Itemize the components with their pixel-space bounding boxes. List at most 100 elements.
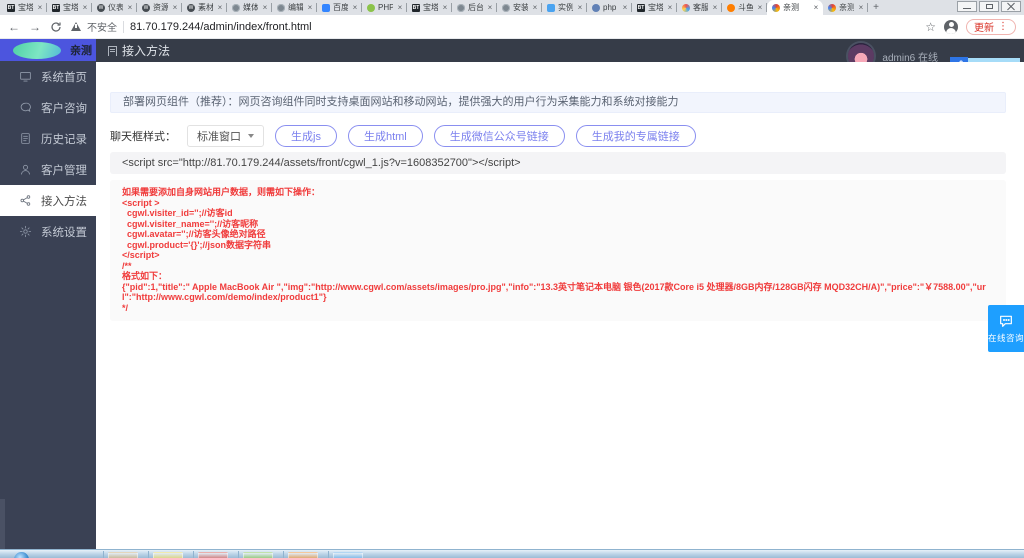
app-logo [13, 42, 61, 59]
sidebar-item-客户咨询[interactable]: 客户咨询 [0, 92, 96, 123]
code-line: {"pid":1,"title":" Apple MacBook Air ","… [122, 282, 994, 303]
taskbar-app-icon[interactable] [153, 552, 183, 558]
browser-tab[interactable]: 百度 [317, 0, 362, 15]
browser-tab[interactable]: 亲测 [767, 0, 823, 15]
tab-close-icon[interactable] [857, 4, 865, 12]
divider [238, 551, 239, 558]
tab-favicon-bt [637, 4, 645, 12]
tab-close-icon[interactable] [396, 4, 404, 12]
browser-tab[interactable]: 宝塔 [632, 0, 677, 15]
divider [283, 551, 284, 558]
tab-favicon-bt [412, 4, 420, 12]
browser-tab[interactable]: 实例 [542, 0, 587, 15]
browser-tab[interactable]: PHP [362, 0, 407, 15]
sidebar-item-历史记录[interactable]: 历史记录 [0, 123, 96, 154]
sidebar-item-系统首页[interactable]: 系统首页 [0, 61, 96, 92]
tab-close-icon[interactable] [711, 4, 719, 12]
tab-close-icon[interactable] [812, 4, 820, 12]
tab-close-icon[interactable] [306, 4, 314, 12]
generate-button[interactable]: 生成html [348, 125, 423, 147]
browser-tab[interactable]: 宝塔 [2, 0, 47, 15]
bookmark-star-icon[interactable] [925, 20, 936, 34]
tab-favicon-globe [232, 4, 240, 12]
tab-favicon-douyu [727, 4, 735, 12]
browser-tab[interactable]: 素材 [182, 0, 227, 15]
generate-button[interactable]: 生成js [275, 125, 337, 147]
tab-title: 客服 [693, 2, 708, 13]
taskbar-app-icon[interactable] [333, 552, 363, 558]
sidebar-scrollbar[interactable] [0, 499, 5, 549]
user-icon [19, 163, 32, 176]
tab-close-icon[interactable] [486, 4, 494, 12]
online-consult-label: 在线咨询 [988, 332, 1024, 344]
browser-tab[interactable]: 客服 [677, 0, 722, 15]
tab-close-icon[interactable] [261, 4, 269, 12]
browser-tab[interactable]: 编辑 [272, 0, 317, 15]
code-line: */ [122, 303, 994, 314]
taskbar-app-icon[interactable] [288, 552, 318, 558]
back-icon[interactable]: ← [8, 21, 20, 33]
tab-close-icon[interactable] [351, 4, 359, 12]
tab-close-icon[interactable] [756, 4, 764, 12]
tab-title: 资源 [153, 2, 168, 13]
chat-style-value: 标准窗口 [197, 128, 241, 144]
screen: 宝塔宝塔仪表资源素材媒体编辑百度PHP宝塔后台安装实例php宝塔客服斗鱼亲测亲测… [0, 0, 1024, 558]
browser-tab[interactable]: php [587, 0, 632, 15]
online-consult-button[interactable]: 在线咨询 [988, 305, 1024, 352]
browser-tab[interactable]: 媒体 [227, 0, 272, 15]
browser-tab[interactable]: 亲测 [823, 0, 868, 15]
integration-code-block: 如果需要添加自身网站用户数据，则需如下操作：<script > cgwl.vis… [110, 180, 1006, 321]
reload-icon[interactable] [50, 21, 62, 33]
sidebar: 亲测 系统首页客户咨询历史记录客户管理接入方法系统设置 [0, 39, 96, 549]
sidebar-logo-bar: 亲测 [0, 39, 96, 61]
windows-taskbar[interactable] [0, 549, 1024, 558]
app-logo-text: 亲测 [70, 42, 92, 58]
sidebar-item-接入方法[interactable]: 接入方法 [0, 185, 96, 216]
browser-tab[interactable]: 安装 [497, 0, 542, 15]
restore-button[interactable] [979, 1, 999, 12]
tab-close-icon[interactable] [36, 4, 44, 12]
gear-icon [19, 225, 32, 238]
start-orb-icon[interactable] [14, 552, 29, 558]
forward-icon[interactable]: → [29, 21, 41, 33]
tab-close-icon[interactable] [216, 4, 224, 12]
sidebar-item-系统设置[interactable]: 系统设置 [0, 216, 96, 247]
tab-close-icon[interactable] [441, 4, 449, 12]
embed-script-snippet: <script src="http://81.70.179.244/assets… [110, 152, 1006, 174]
taskbar-app-icon[interactable] [198, 552, 228, 558]
tab-close-icon[interactable] [81, 4, 89, 12]
tab-close-icon[interactable] [621, 4, 629, 12]
tab-favicon-qc [772, 4, 780, 12]
sidebar-item-客户管理[interactable]: 客户管理 [0, 154, 96, 185]
address-bar[interactable]: 不安全 81.70.179.244/admin/index/front.html [71, 18, 916, 35]
tab-close-icon[interactable] [126, 4, 134, 12]
sidebar-item-label: 接入方法 [41, 193, 87, 209]
tab-close-icon[interactable] [171, 4, 179, 12]
generate-button[interactable]: 生成微信公众号链接 [434, 125, 565, 147]
browser-tab[interactable]: 仪表 [92, 0, 137, 15]
tab-title: php [603, 3, 618, 12]
browser-tab[interactable]: 宝塔 [407, 0, 452, 15]
browser-tab[interactable]: 斗鱼 [722, 0, 767, 15]
generate-button[interactable]: 生成我的专属链接 [576, 125, 696, 147]
sidebar-item-label: 客户管理 [41, 162, 87, 178]
update-button[interactable]: 更新 [966, 19, 1016, 35]
browser-profile-icon[interactable] [944, 20, 958, 34]
tab-favicon-globe [457, 4, 465, 12]
tab-close-icon[interactable] [531, 4, 539, 12]
chat-style-select[interactable]: 标准窗口 [187, 125, 264, 147]
browser-tab[interactable]: 资源 [137, 0, 182, 15]
browser-tab[interactable]: 宝塔 [47, 0, 92, 15]
plus-icon: + [873, 2, 879, 13]
new-tab-button[interactable]: + [868, 0, 884, 15]
browser-tab[interactable]: 后台 [452, 0, 497, 15]
divider [103, 551, 104, 558]
taskbar-app-icon[interactable] [243, 552, 273, 558]
code-line: cgwl.visiter_name='';//访客昵称 [122, 219, 994, 230]
window-controls [957, 1, 1021, 12]
close-button[interactable] [1001, 1, 1021, 12]
taskbar-app-icon[interactable] [108, 552, 138, 558]
tab-close-icon[interactable] [576, 4, 584, 12]
tab-close-icon[interactable] [666, 4, 674, 12]
minimize-button[interactable] [957, 1, 977, 12]
